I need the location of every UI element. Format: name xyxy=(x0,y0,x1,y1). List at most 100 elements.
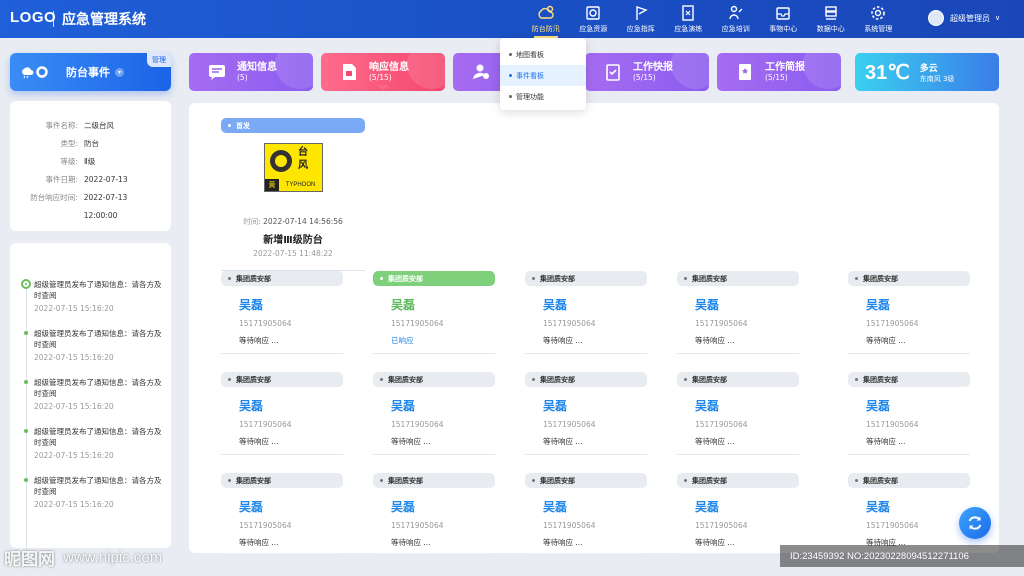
nav-item-7[interactable]: 系统管理 xyxy=(855,0,903,38)
response-status: 等待响应 ... xyxy=(866,336,906,345)
nav-item-6[interactable]: 数据中心 xyxy=(807,0,855,38)
timeline-item[interactable]: 超级管理员发布了通知信息：请各方及时查阅 2022-07-15 15:16:20 xyxy=(24,475,163,524)
contact-name: 吴磊 xyxy=(866,500,891,514)
user-menu[interactable]: 超级管理员 ∨ xyxy=(928,10,1000,26)
info-value: 2022-07-13 12:00:00 xyxy=(83,193,128,220)
department-tag: 集团质安部 xyxy=(677,473,799,488)
info-value: 2022-07-13 xyxy=(84,175,128,184)
timeline-item[interactable]: 超级管理员发布了通知信息：请各方及时查阅 2022-07-15 15:16:20 xyxy=(24,328,163,377)
nav-item-label: 系统管理 xyxy=(864,25,893,33)
response-status: 等待响应 ... xyxy=(866,437,906,446)
timeline-item[interactable]: 超级管理员发布了通知信息：请各方及时查阅 2022-07-15 15:16:20 xyxy=(21,279,163,328)
timeline-time: 2022-07-15 15:16:20 xyxy=(34,451,114,460)
divider xyxy=(373,555,495,556)
contact-card[interactable]: 集团质安部 吴磊 15171905064 等待响应 ... xyxy=(221,372,343,464)
contact-card[interactable]: 集团质安部 吴磊 15171905064 等待响应 ... xyxy=(221,271,343,363)
contact-name: 吴磊 xyxy=(695,399,720,413)
contact-name: 吴磊 xyxy=(391,399,416,413)
nav-item-0[interactable]: 防台防汛 xyxy=(522,0,570,38)
tile-decoration xyxy=(275,53,313,89)
timeline-item[interactable]: 超级管理员发布了通知信息：请各方及时查阅 2022-07-15 15:16:20 xyxy=(24,426,163,475)
timeline-text: 超级管理员发布了通知信息：请各方及时查阅 xyxy=(34,280,162,300)
typhoon-symbol-icon xyxy=(270,150,292,172)
contact-card[interactable]: 集团质安部 吴磊 15171905064 等待响应 ... xyxy=(677,372,799,464)
contact-card[interactable]: 集团质安部 吴磊 15171905064 等待响应 ... xyxy=(848,271,970,363)
summary-tile-0[interactable]: 通知信息 (5) xyxy=(189,53,313,91)
nav-dropdown-menu: 地图看板 事件看板 管理功能 xyxy=(500,38,586,110)
user-name: 超级管理员 xyxy=(950,13,990,23)
drill-icon xyxy=(682,5,694,21)
event-selector-button[interactable]: 防台事件 ▾ 管理 xyxy=(10,53,171,91)
nav-item-label: 防台防汛 xyxy=(531,25,560,33)
divider xyxy=(221,353,343,354)
info-row: 事件日期: 2022-07-13 xyxy=(18,171,163,189)
contact-phone: 15171905064 xyxy=(239,420,292,429)
summary-tile-4[interactable]: 工作简报 (5/15) xyxy=(717,53,841,91)
nav-item-1[interactable]: 应急资源 xyxy=(570,0,618,38)
contact-name: 吴磊 xyxy=(239,298,264,312)
weather-event-icon xyxy=(22,66,48,79)
contact-card[interactable]: 集团质安部吴磊 15171905064 等待响应 ... xyxy=(221,473,343,565)
refresh-button[interactable] xyxy=(959,507,991,539)
watermark-brand-text: 昵图网 xyxy=(4,550,55,569)
contact-card[interactable]: 集团质安部 吴磊 15171905064 等待响应 ... xyxy=(677,271,799,363)
contact-phone: 15171905064 xyxy=(695,420,748,429)
info-value: Ⅱ级 xyxy=(84,157,96,166)
timeline-item[interactable]: 超级管理员发布了通知信息：请各方及时查阅 2022-07-15 15:16:20 xyxy=(24,377,163,426)
contact-card[interactable]: 集团质安部 吴磊 15171905064 等待响应 ... xyxy=(525,372,647,464)
timeline-time: 2022-07-15 15:16:20 xyxy=(34,500,114,509)
contact-phone: 15171905064 xyxy=(239,521,292,530)
dropdown-item-1[interactable]: 事件看板 xyxy=(500,65,586,86)
nav-item-4[interactable]: 应急培训 xyxy=(712,0,760,38)
response-status: 等待响应 ... xyxy=(695,437,735,446)
manage-button[interactable]: 管理 xyxy=(147,53,171,67)
contact-card[interactable]: 集团质安部 吴磊 15171905064 等待响应 ... xyxy=(525,271,647,363)
dropdown-item-0[interactable]: 地图看板 xyxy=(500,44,586,65)
nav-item-5[interactable]: 事物中心 xyxy=(760,0,808,38)
watermark-id: ID:23459392 NO:20230228094512271106 xyxy=(780,545,1024,567)
department-tag: 集团质安部 xyxy=(373,473,495,488)
divider xyxy=(677,353,799,354)
response-status: 已响应 xyxy=(391,336,414,345)
contact-phone: 15171905064 xyxy=(391,420,444,429)
dropdown-item-2[interactable]: 管理功能 xyxy=(500,86,586,107)
contact-card[interactable]: 集团质安部 吴磊 15171905064 已响应 xyxy=(373,271,495,363)
info-row: 防台响应时间: 2022-07-13 12:00:00 xyxy=(18,189,163,225)
info-row: 类型: 防台 xyxy=(18,135,163,153)
department-tag: 集团质安部 xyxy=(848,473,970,488)
divider xyxy=(221,454,343,455)
tile-decoration xyxy=(671,53,709,89)
department-tag: 集团质安部 xyxy=(525,271,647,286)
nav-item-3[interactable]: 应急演练 xyxy=(665,0,713,38)
nav-item-label: 事物中心 xyxy=(769,25,798,33)
contact-card[interactable]: 集团质安部 吴磊 15171905064 等待响应 ... xyxy=(525,473,647,565)
contact-name: 吴磊 xyxy=(391,298,416,312)
summary-tile-1[interactable]: 响应信息 (5/15) xyxy=(321,53,445,91)
clipboard-check-icon xyxy=(606,64,620,81)
first-release-card[interactable]: 首发 台风 黄 TYPHOON 时间: 2022-07-14 14:56:56 … xyxy=(221,118,365,271)
nav-item-label: 应急指挥 xyxy=(626,25,655,33)
response-status: 等待响应 ... xyxy=(543,538,583,547)
timeline-dot xyxy=(24,380,28,384)
contact-card[interactable]: 集团质安部 吴磊 15171905064 等待响应 ... xyxy=(373,473,495,565)
chevron-down-icon: ▾ xyxy=(115,67,124,77)
nav-item-2[interactable]: 应急指挥 xyxy=(617,0,665,38)
summary-tile-3[interactable]: 工作快报 (5/15) xyxy=(585,53,709,91)
typhoon-icon xyxy=(538,5,554,19)
inbox-icon xyxy=(776,7,790,20)
divider xyxy=(525,454,647,455)
department-tag: 集团质安部 xyxy=(221,473,343,488)
avatar xyxy=(928,10,944,26)
contact-phone: 15171905064 xyxy=(391,521,444,530)
contact-phone: 15171905064 xyxy=(695,319,748,328)
info-key: 类型: xyxy=(60,139,78,148)
contact-name: 吴磊 xyxy=(239,500,264,514)
divider xyxy=(373,353,495,354)
response-status: 等待响应 ... xyxy=(239,538,279,547)
contact-name: 吴磊 xyxy=(239,399,264,413)
timeline-dot xyxy=(24,478,28,482)
divider xyxy=(677,454,799,455)
response-status: 等待响应 ... xyxy=(695,538,735,547)
contact-card[interactable]: 集团质安部 吴磊 15171905064 等待响应 ... xyxy=(848,372,970,464)
contact-card[interactable]: 集团质安部 吴磊 15171905064 等待响应 ... xyxy=(373,372,495,464)
